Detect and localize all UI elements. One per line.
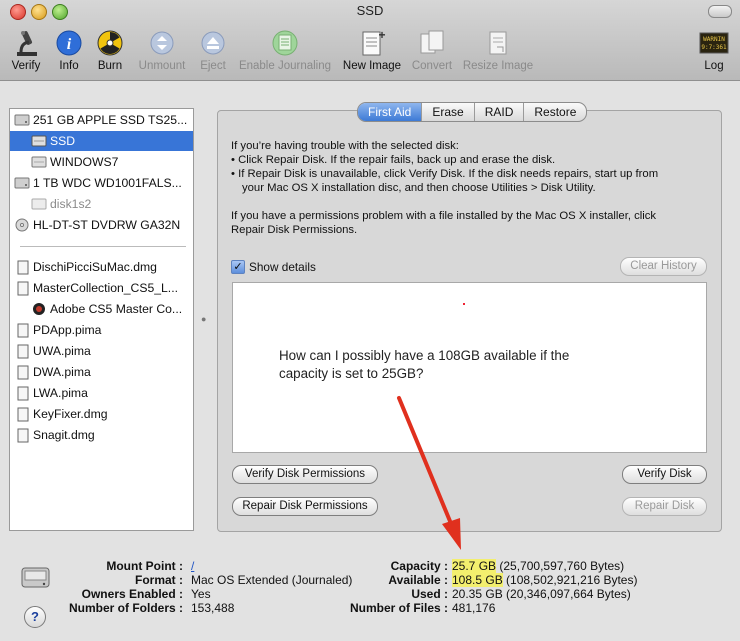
tab-erase[interactable]: Erase [421,103,473,121]
available-label: Available : [388,573,448,587]
files-label: Number of Files : [349,601,448,615]
tab-raid[interactable]: RAID [473,103,524,121]
format-label: Format : [135,573,183,587]
folders-value: 153,488 [191,601,235,615]
capacity-bytes: (25,700,597,760 Bytes) [496,559,625,573]
available-value: 108.5 GB (108,502,921,216 Bytes) [452,573,637,587]
owners-label: Owners Enabled : [81,587,183,601]
capacity-highlight: 25.7 GB [452,559,497,573]
tab-bar: First Aid Erase RAID Restore [357,102,588,122]
files-value: 481,176 [452,601,496,615]
annotation-arrow [397,396,461,550]
tab-first-aid[interactable]: First Aid [358,103,422,121]
used-value: 20.35 GB (20,346,097,664 Bytes) [452,587,631,601]
capacity-label: Capacity : [390,559,448,573]
tab-restore[interactable]: Restore [523,103,586,121]
available-highlight: 108.5 GB [452,573,503,587]
mount-point-link[interactable]: / [191,559,194,573]
disk-utility-window: SSD Verify i Info Burn Unmount Eject Ena… [0,0,740,641]
owners-value: Yes [191,587,211,601]
available-bytes: (108,502,921,216 Bytes) [502,573,638,587]
capacity-value: 25.7 GB (25,700,597,760 Bytes) [452,559,624,573]
folders-label: Number of Folders : [68,601,183,615]
mount-point-label: Mount Point : [106,559,183,573]
used-label: Used : [411,587,448,601]
